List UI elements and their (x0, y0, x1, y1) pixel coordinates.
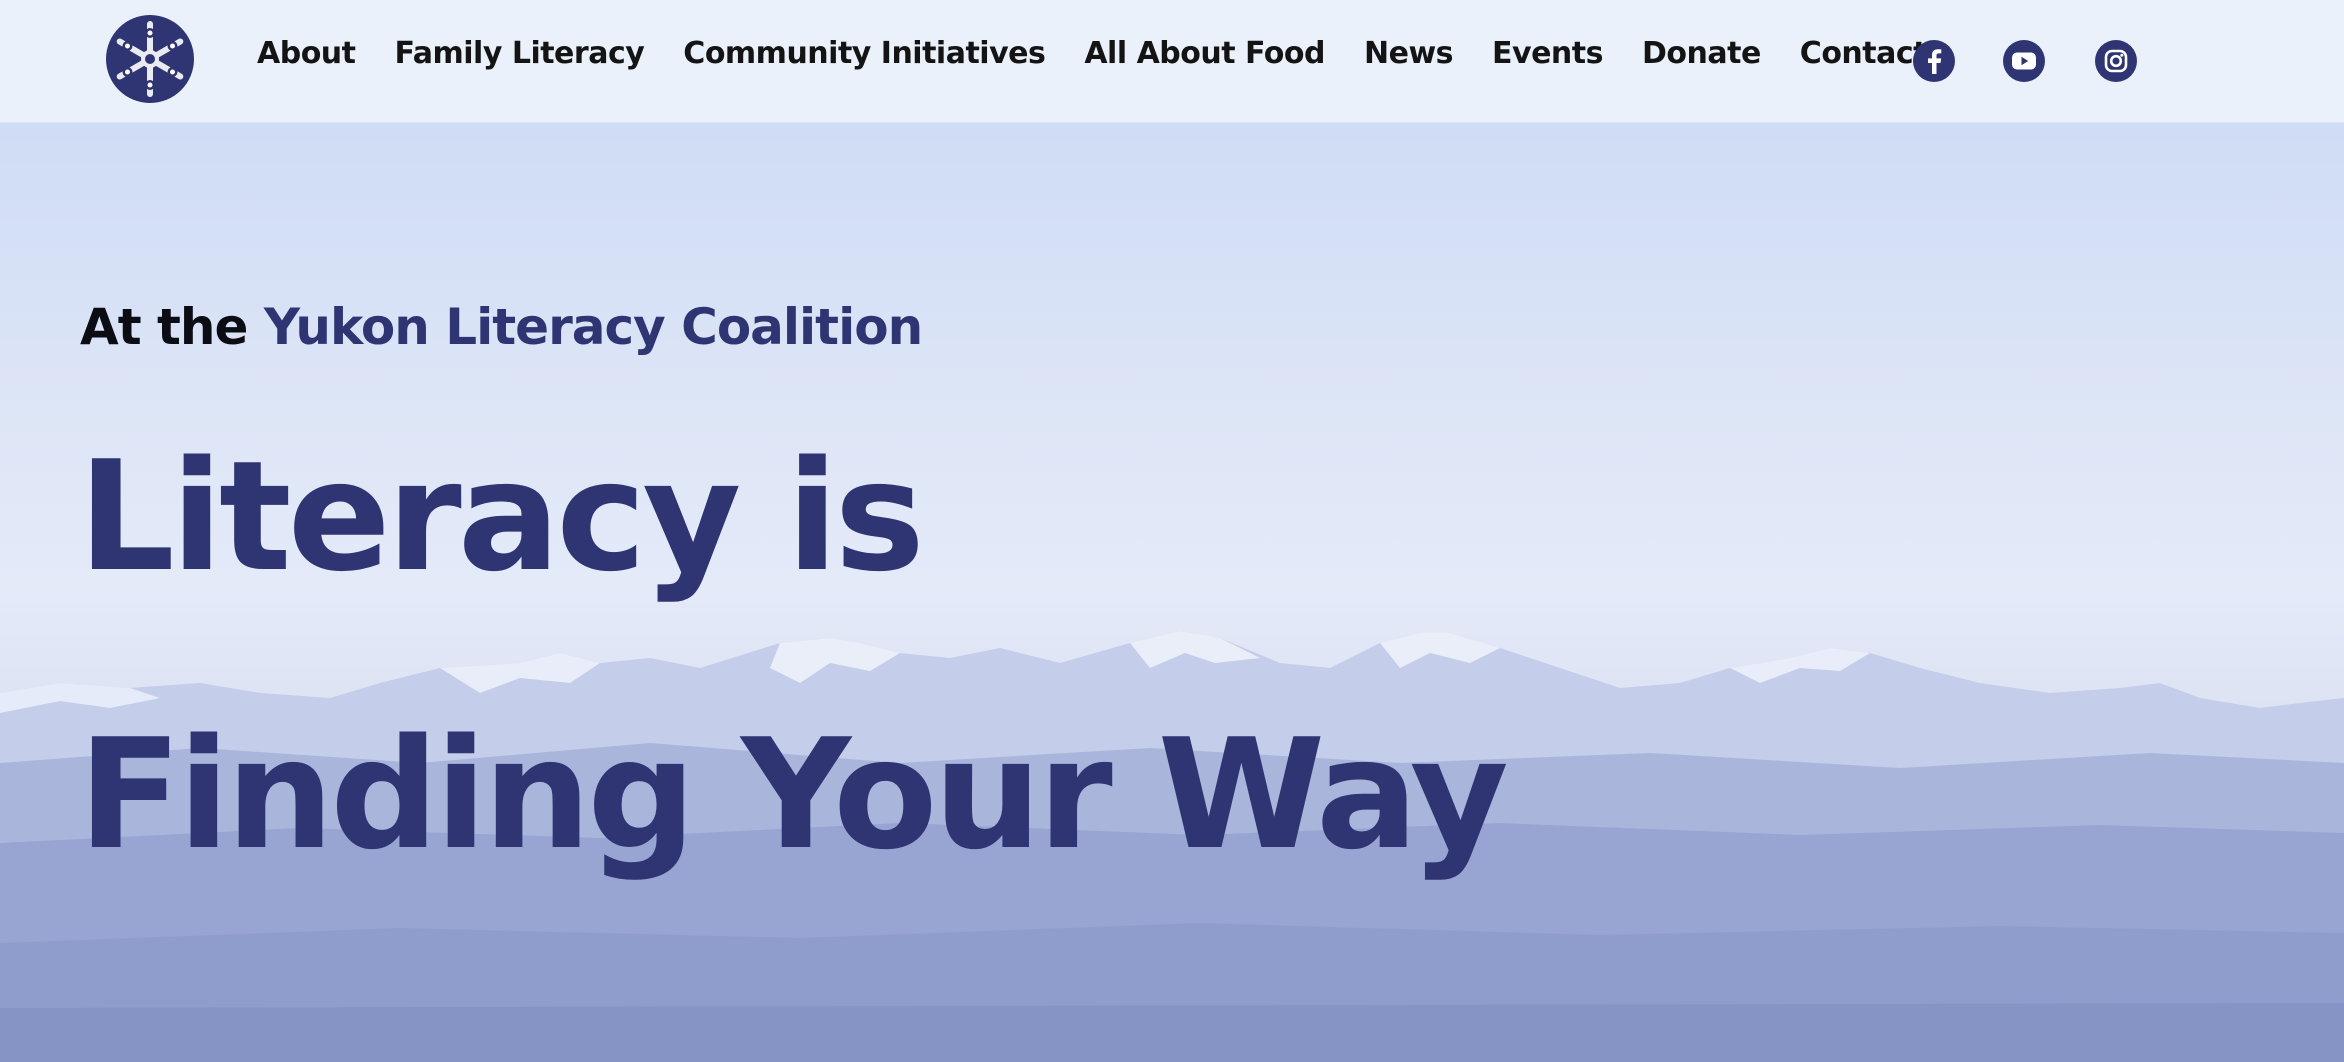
hero-eyebrow: At the Yukon Literacy Coalition (80, 298, 923, 356)
snowflake-logo-icon (106, 15, 194, 103)
site-header: About Family Literacy Community Initiati… (0, 0, 2344, 123)
facebook-link[interactable] (1913, 40, 1955, 82)
nav-all-about-food[interactable]: All About Food (1084, 36, 1325, 71)
site-logo[interactable] (104, 13, 196, 105)
hero-headline-line-2: Finding Your Way (78, 706, 1509, 883)
nav-contact[interactable]: Contact (1800, 36, 1928, 71)
eyebrow-organization: Yukon Literacy Coalition (263, 298, 923, 356)
hero-headline-line-1: Literacy is (78, 428, 925, 605)
nav-about[interactable]: About (257, 36, 356, 71)
eyebrow-lead: At the (80, 298, 248, 356)
page: About Family Literacy Community Initiati… (0, 0, 2344, 1062)
main-nav: About Family Literacy Community Initiati… (257, 36, 1928, 71)
nav-family-literacy[interactable]: Family Literacy (395, 36, 645, 71)
nav-donate[interactable]: Donate (1642, 36, 1761, 71)
nav-events[interactable]: Events (1492, 36, 1603, 71)
instagram-link[interactable] (2095, 40, 2137, 82)
youtube-link[interactable] (2003, 40, 2045, 82)
nav-community-initiatives[interactable]: Community Initiatives (683, 36, 1046, 71)
hero-section: At the Yukon Literacy Coalition Literacy… (0, 123, 2344, 1062)
youtube-icon (2012, 52, 2036, 70)
instagram-icon (2104, 49, 2128, 73)
facebook-icon (1928, 49, 1942, 74)
nav-news[interactable]: News (1364, 36, 1454, 71)
